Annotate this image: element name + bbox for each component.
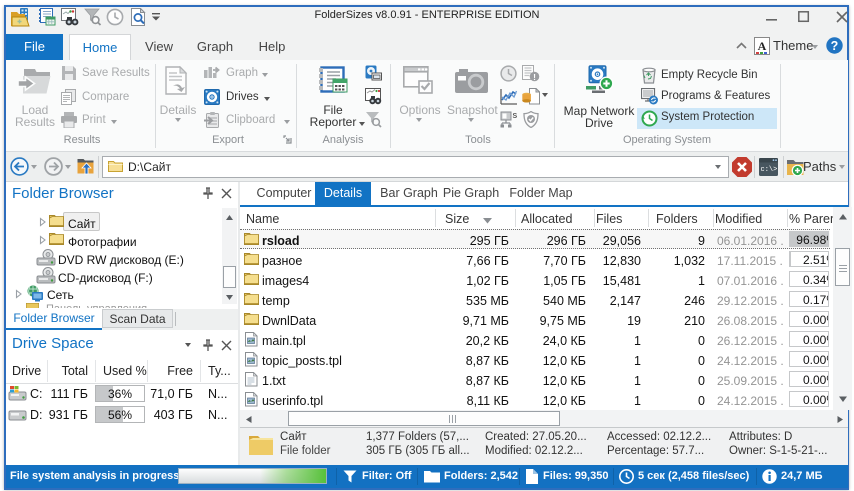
svg-text:?: ? [831,39,839,53]
svg-text:!: ! [533,72,536,82]
svg-text:A: A [758,39,767,53]
svg-text:c:\>: c:\> [761,166,778,174]
svg-text:S: S [513,113,518,120]
